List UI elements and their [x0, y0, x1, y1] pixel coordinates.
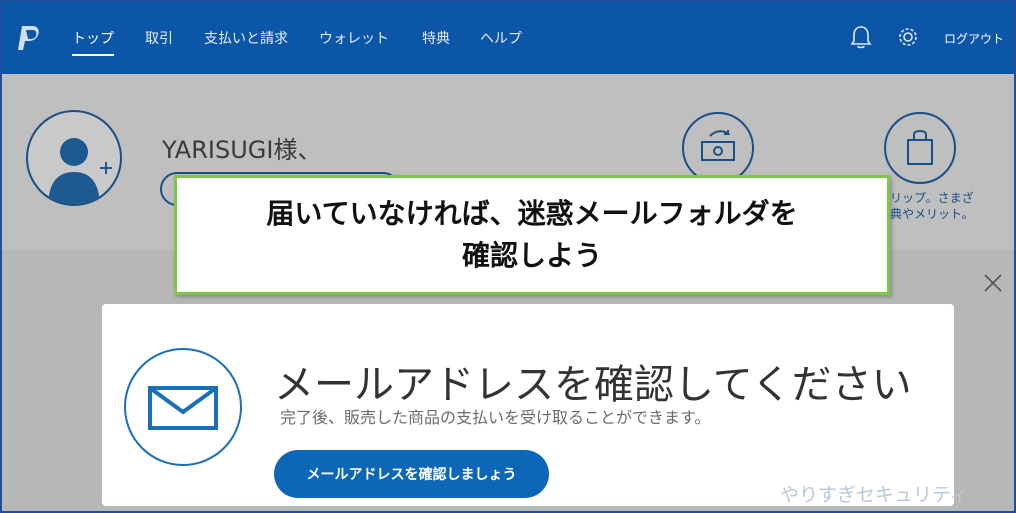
gear-icon[interactable] [895, 24, 921, 50]
promo-text: クリップ。さまざ 特典やメリット。 [878, 190, 974, 222]
greeting-text: YARISUGI様、 [162, 136, 322, 164]
nav-item-payments[interactable]: 支払いと請求 [204, 28, 288, 48]
paypal-logo-icon[interactable] [16, 24, 42, 52]
verify-email-button[interactable]: メールアドレスを確認しましょう [274, 450, 549, 498]
nav-item-help[interactable]: ヘルプ [480, 28, 522, 48]
modal-title: メールアドレスを確認してください [274, 362, 912, 408]
money-transfer-icon[interactable] [682, 112, 754, 184]
mail-icon-circle [124, 348, 242, 466]
modal-subtitle: 完了後、販売した商品の支払いを受け取ることができます。 [280, 408, 711, 427]
callout-line-1: 届いていなければ、迷惑メールフォルダを [266, 197, 798, 230]
shopping-bag-icon[interactable] [884, 112, 956, 184]
close-icon[interactable] [982, 272, 1004, 294]
avatar[interactable] [26, 110, 122, 206]
nav-item-transactions[interactable]: 取引 [145, 28, 173, 48]
logout-link[interactable]: ログアウト [944, 30, 1004, 47]
nav-item-wallet[interactable]: ウォレット [319, 28, 389, 48]
verify-email-modal: メールアドレスを確認してください 完了後、販売した商品の支払いを受け取ることがで… [102, 304, 954, 506]
nav-item-top[interactable]: トップ [72, 28, 114, 56]
nav-item-offers[interactable]: 特典 [422, 28, 450, 48]
callout-annotation: 届いていなければ、迷惑メールフォルダを 確認しよう [174, 175, 890, 295]
top-nav: トップ 取引 支払いと請求 ウォレット 特典 ヘルプ ログアウト [2, 2, 1014, 74]
bell-icon[interactable] [848, 24, 874, 50]
promo-line-1: クリップ。さまざ [878, 191, 974, 205]
promo-line-2: 特典やメリット。 [878, 207, 974, 221]
mail-icon [148, 386, 218, 430]
avatar-icon [48, 138, 116, 204]
callout-line-2: 確認しよう [461, 239, 602, 272]
watermark: やりすぎセキュリティ [780, 484, 969, 506]
